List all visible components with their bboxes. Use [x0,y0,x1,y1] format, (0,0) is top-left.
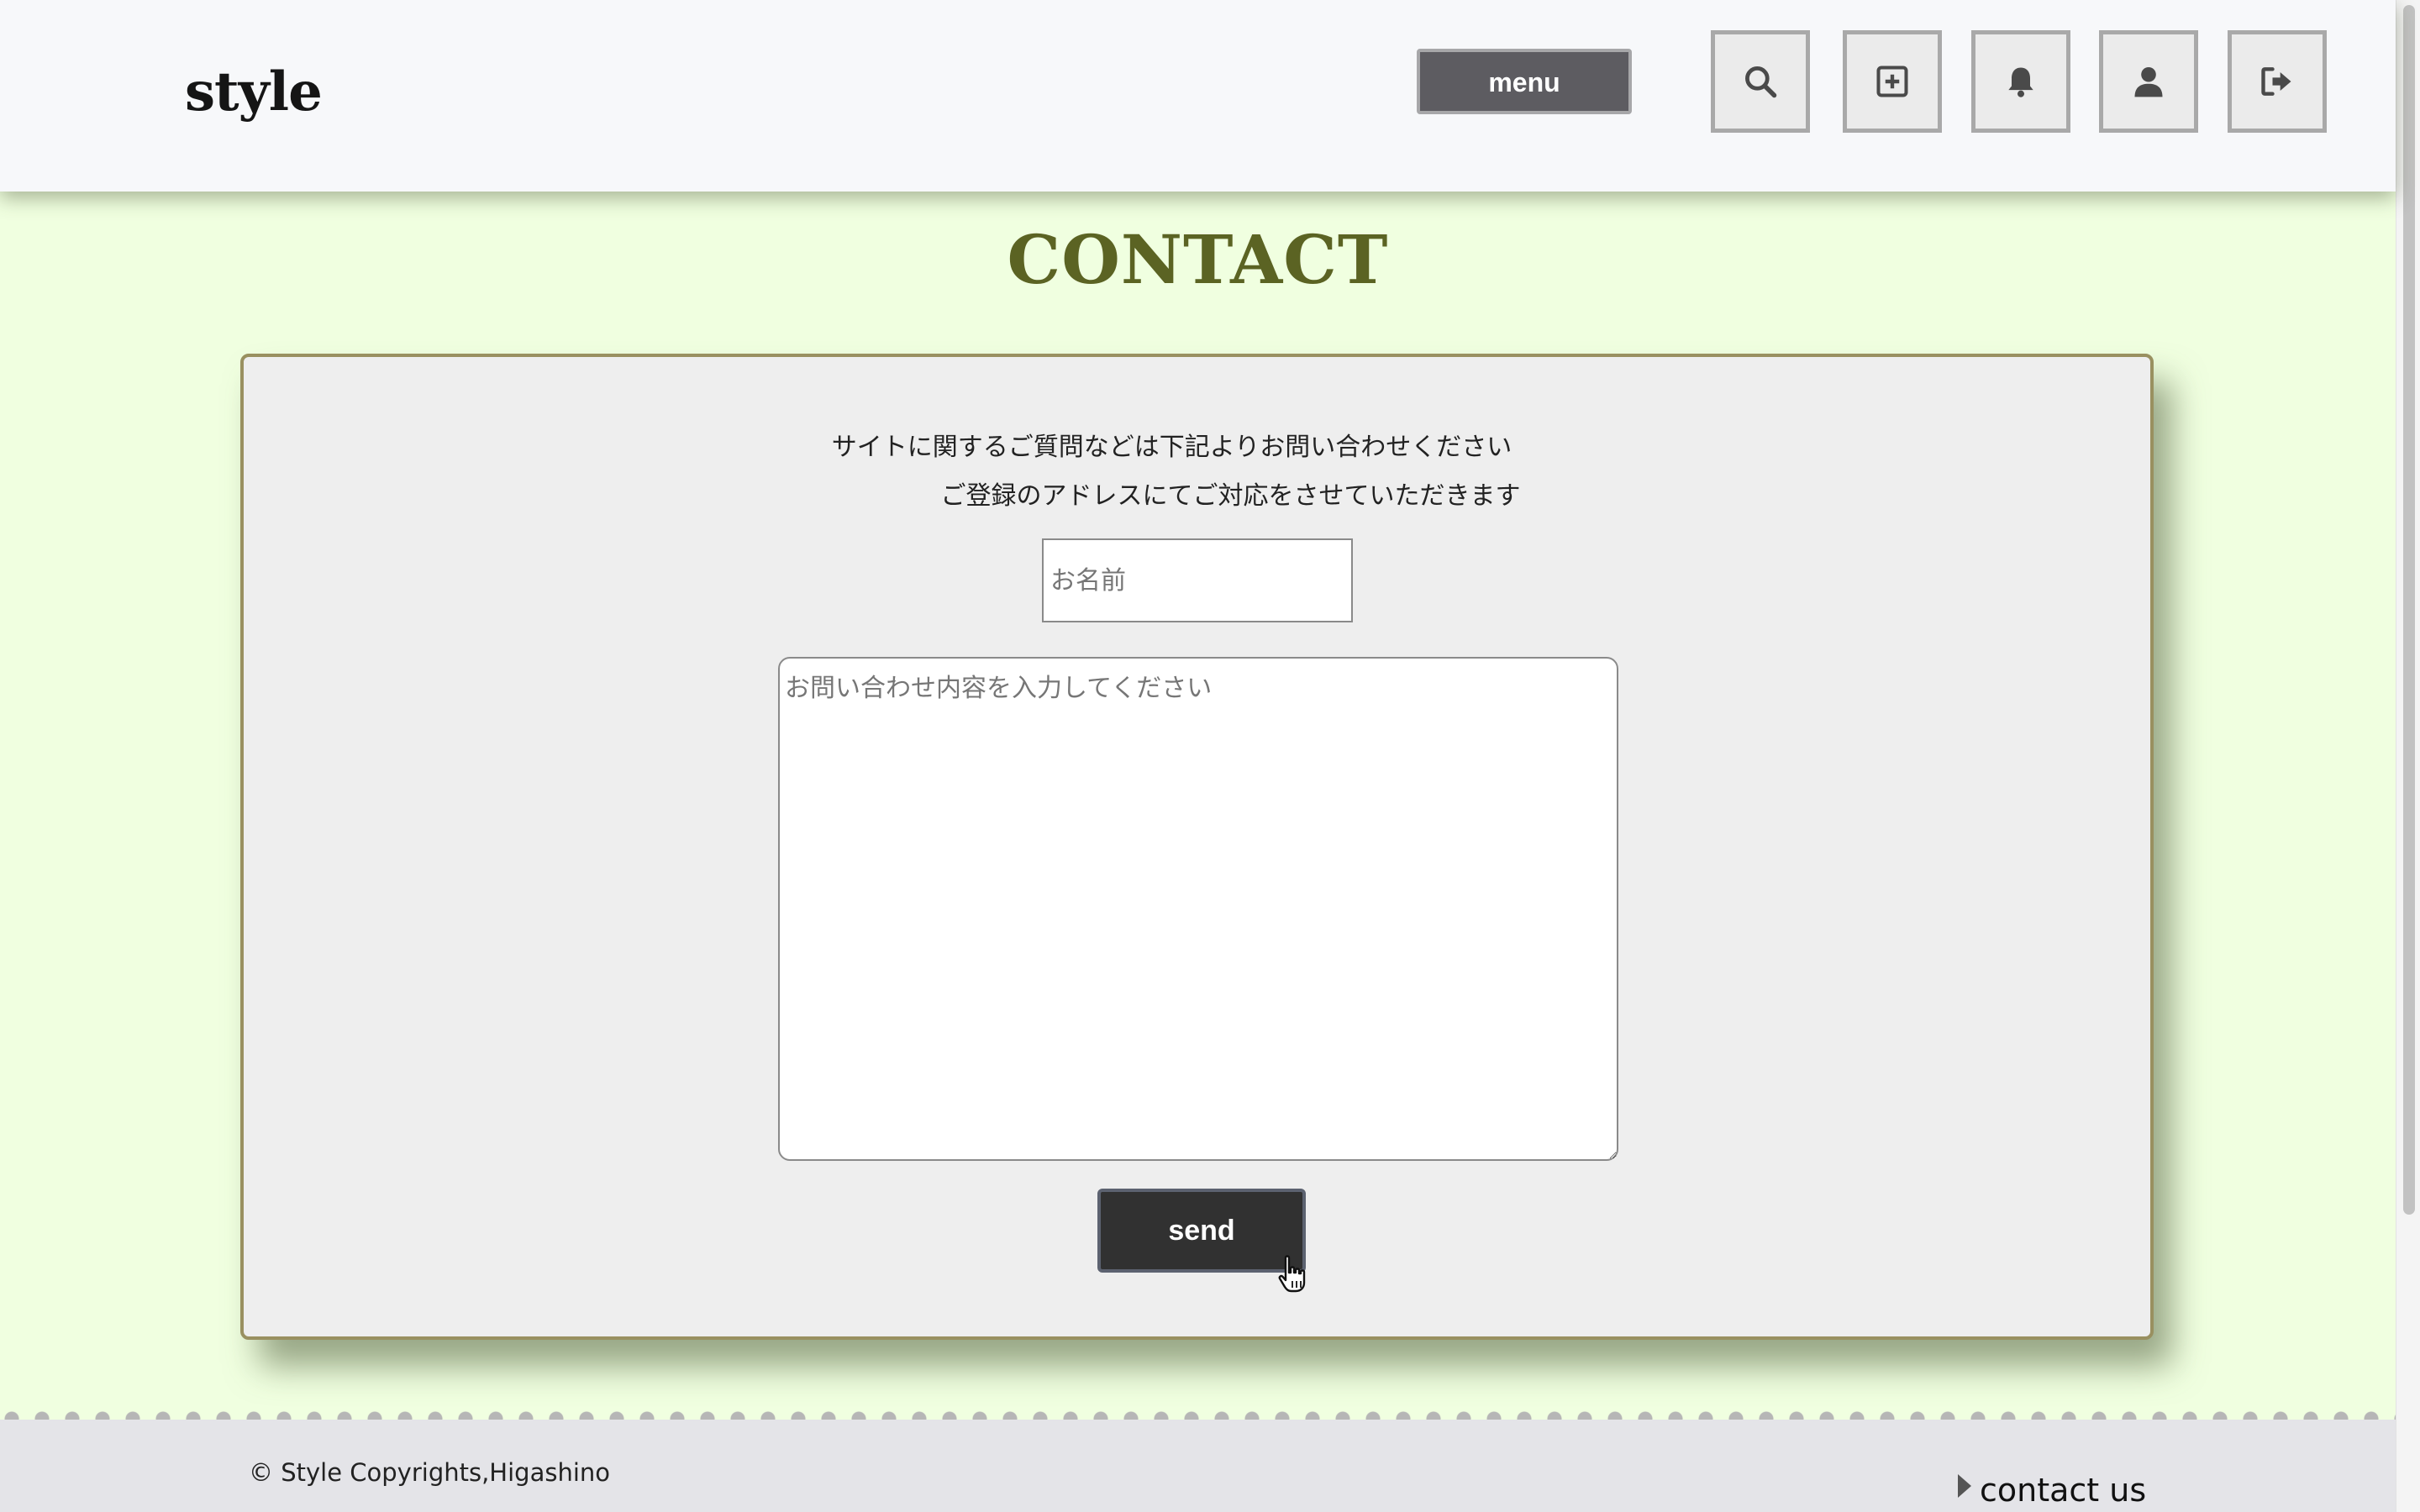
send-button[interactable]: send [1097,1189,1306,1273]
page-title: CONTACT [1007,220,1389,299]
profile-button[interactable] [2099,30,2198,133]
message-textarea[interactable] [778,657,1618,1161]
hand-cursor-icon [1278,1255,1306,1293]
site-logo[interactable]: style [185,60,323,123]
intro-text-line-2: ご登録のアドレスにてご対応をさせていただきます [940,481,1521,511]
intro-text-line-1: サイトに関するご質問などは下記よりお問い合わせください [831,433,1512,462]
user-icon [2134,66,2163,97]
copyright-text: © Style Copyrights,Higashino [249,1458,611,1487]
contact-us-link[interactable]: contact us [1958,1472,2146,1509]
logout-button[interactable] [2228,30,2327,133]
notifications-button[interactable] [1971,30,2070,133]
bell-icon [2008,67,2033,97]
logout-icon [2261,67,2291,96]
site-footer: © Style Copyrights,Higashino contact us [0,1420,2396,1512]
name-input[interactable] [1042,538,1353,622]
site-header: style menu [0,0,2396,192]
search-button[interactable] [1711,30,1810,133]
contact-form-card: サイトに関するご質問などは下記よりお問い合わせください ご登録のアドレスにてご対… [240,354,2154,1340]
add-post-icon [1876,66,1908,97]
menu-button[interactable]: menu [1417,49,1632,114]
contact-us-label: contact us [1980,1472,2147,1509]
triangle-right-icon [1958,1474,1971,1498]
scrollbar-thumb[interactable] [2403,5,2415,1215]
add-post-button[interactable] [1843,30,1942,133]
vertical-scrollbar[interactable] [2396,0,2420,1512]
search-icon [1745,66,1777,98]
